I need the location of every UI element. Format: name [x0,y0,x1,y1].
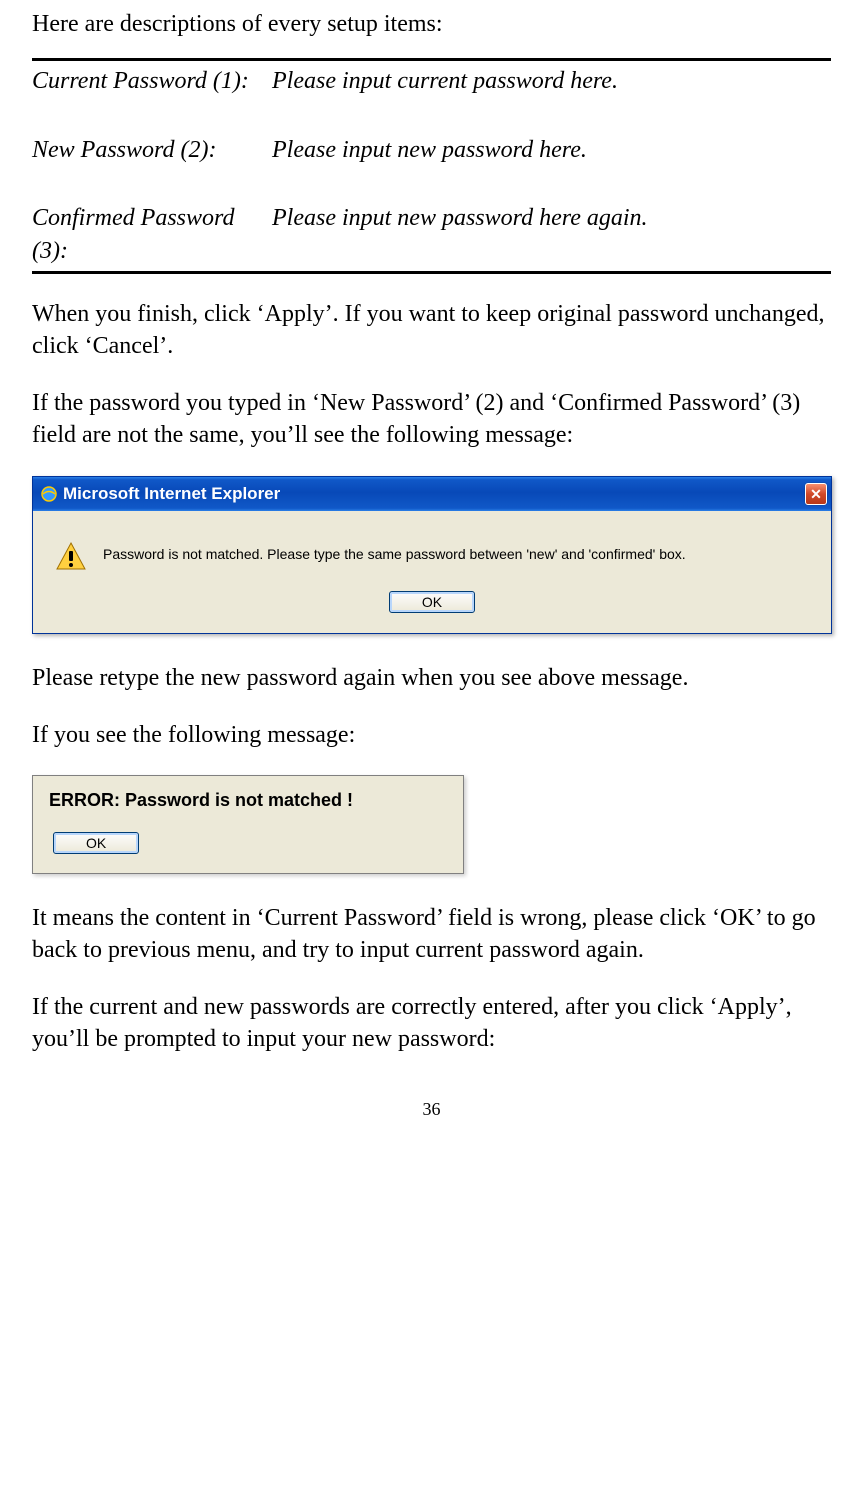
close-button[interactable]: ✕ [805,483,827,505]
spacer [32,170,831,198]
close-icon: ✕ [810,485,822,504]
paragraph-wrong-current: It means the content in ‘Current Passwor… [32,902,831,967]
row-desc: Please input new password here again. [272,202,831,267]
page-number: 36 [32,1097,831,1121]
row-label: New Password (2): [32,134,272,166]
table-row: New Password (2): Please input new passw… [32,130,831,170]
ok-button[interactable]: OK [389,591,475,613]
dialog-body: Password is not matched. Please type the… [33,511,831,585]
row-desc: Please input current password here. [272,65,831,97]
dialog-titlebar: Microsoft Internet Explorer ✕ [33,477,831,512]
paragraph-success: If the current and new passwords are cor… [32,991,831,1056]
error-message: ERROR: Password is not matched ! [45,788,451,812]
ok-button[interactable]: OK [53,832,139,854]
dialog-message: Password is not matched. Please type the… [103,539,686,564]
table-row: Confirmed Password (3): Please input new… [32,198,831,271]
table-row: Current Password (1): Please input curre… [32,61,831,101]
paragraph-apply-cancel: When you finish, click ‘Apply’. If you w… [32,298,831,363]
row-label: Current Password (1): [32,65,272,97]
intro-text: Here are descriptions of every setup ite… [32,8,831,40]
spacer [32,102,831,130]
setup-items-table: Current Password (1): Please input curre… [32,58,831,274]
dialog-title: Microsoft Internet Explorer [63,483,280,506]
row-label: Confirmed Password (3): [32,202,272,267]
row-desc: Please input new password here. [272,134,831,166]
paragraph-mismatch-intro: If the password you typed in ‘New Passwo… [32,387,831,452]
dialog-button-row: OK [33,585,831,633]
titlebar-left: Microsoft Internet Explorer [41,483,280,506]
internet-explorer-icon [41,486,57,502]
warning-icon [55,541,87,573]
paragraph-retype: Please retype the new password again whe… [32,662,831,694]
error-dialog: ERROR: Password is not matched ! OK [32,775,464,874]
ie-alert-dialog: Microsoft Internet Explorer ✕ Password i… [32,476,832,635]
paragraph-error-intro: If you see the following message: [32,719,831,751]
dialog-button-row: OK [45,825,451,857]
